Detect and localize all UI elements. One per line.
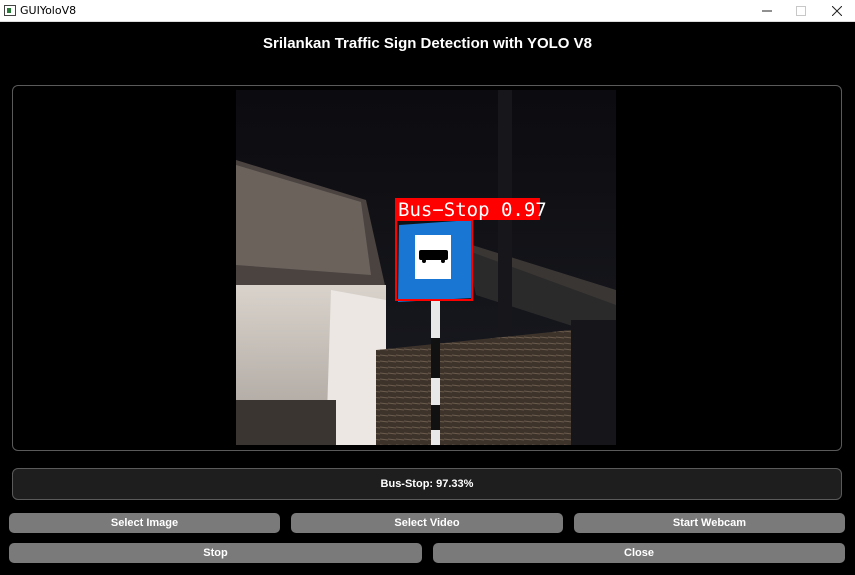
close-window-button[interactable] [820,0,854,22]
close-button[interactable]: Close [433,543,845,563]
minimize-icon [762,10,772,12]
stop-button[interactable]: Stop [9,543,422,563]
minimize-button[interactable] [750,0,784,22]
detection-result-text: Bus-Stop: 97.33% [380,478,474,490]
night-street-photo: Bus−Stop 0.97 [236,90,616,445]
select-video-button[interactable]: Select Video [291,513,563,533]
detection-result: Bus-Stop: 97.33% [12,468,842,500]
detection-label: Bus−Stop 0.97 [398,199,547,221]
window-titlebar: GUIYoloV8 [0,0,855,22]
maximize-icon [796,6,806,16]
select-image-button[interactable]: Select Image [9,513,280,533]
page-title: Srilankan Traffic Sign Detection with YO… [263,35,592,52]
start-webcam-button[interactable]: Start Webcam [574,513,845,533]
detection-image: Bus−Stop 0.97 [236,90,616,445]
window-title: GUIYoloV8 [20,4,77,17]
app-icon [4,5,16,16]
close-icon [832,6,842,16]
maximize-button[interactable] [784,0,818,22]
